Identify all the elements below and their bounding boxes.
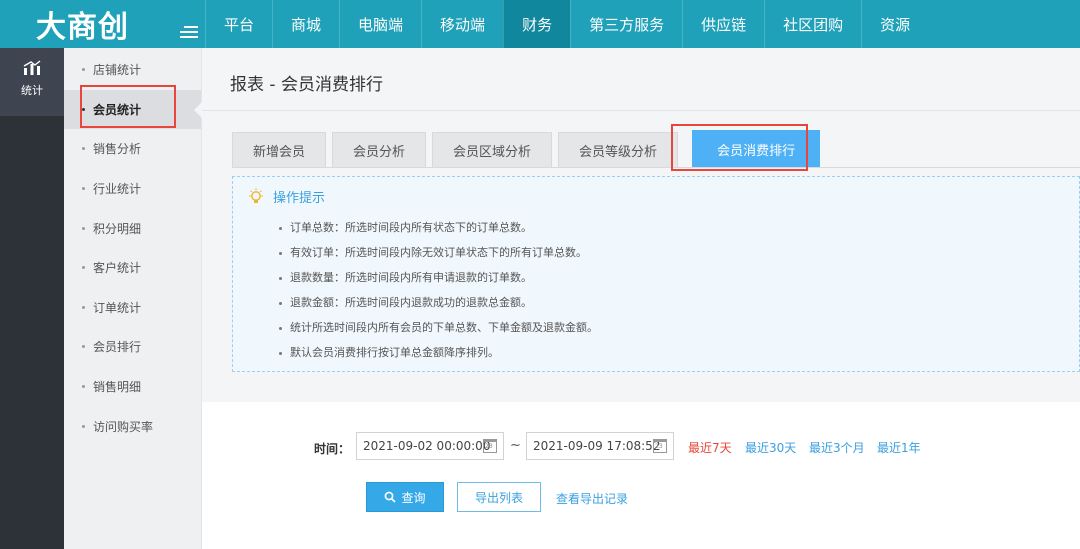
nav-item-finance[interactable]: 财务 (503, 0, 571, 48)
tips-title: 操作提示 (273, 191, 326, 206)
export-list-button[interactable]: 导出列表 (457, 482, 541, 512)
tab-member-analysis[interactable]: 会员分析 (332, 132, 427, 168)
title-divider (202, 110, 1080, 111)
nav-item-third-party[interactable]: 第三方服务 (570, 0, 682, 48)
start-date-input[interactable]: 2021-09-02 00:00:00 (356, 432, 504, 460)
calendar-icon[interactable] (483, 439, 497, 453)
sub-item-label: 销售明细 (93, 380, 142, 395)
iconbar-item-label: 统计 (21, 84, 43, 97)
start-date-value: 2021-09-02 00:00:00 (363, 439, 491, 453)
quick-range-7-days[interactable]: 最近7天 (688, 439, 732, 456)
icon-sidebar: 统计 (0, 48, 64, 549)
main-content: 报表 - 会员消费排行 新增会员 会员分析 会员区域分析 会员等级分析 会员消费… (202, 48, 1080, 549)
iconbar-item-stats[interactable]: 统计 (0, 48, 64, 116)
time-label: 时间： (314, 442, 351, 456)
tip-item: 默认会员消费排行按订单总金额降序排列。 (279, 346, 598, 371)
tip-item: 订单总数：所选时间段内所有状态下的订单总数。 (279, 221, 598, 246)
end-date-input[interactable]: 2021-09-09 17:08:52 (526, 432, 674, 460)
nav-item-pc[interactable]: 电脑端 (339, 0, 421, 48)
sub-item-label: 积分明细 (93, 221, 142, 236)
tab-member-level[interactable]: 会员等级分析 (558, 132, 679, 168)
top-nav: 平台 商城 电脑端 移动端 财务 第三方服务 供应链 社区团购 资源 (205, 0, 928, 48)
tip-text: 订单总数：所选时间段内所有状态下的订单总数。 (290, 221, 532, 234)
sub-item-label: 订单统计 (93, 300, 142, 315)
sub-item-label: 访问购买率 (93, 419, 154, 434)
tips-panel: 操作提示 订单总数：所选时间段内所有状态下的订单总数。 有效订单：所选时间段内除… (232, 176, 1080, 372)
sub-item-label: 行业统计 (93, 182, 142, 197)
quick-range-30-days[interactable]: 最近30天 (745, 439, 796, 456)
tip-text: 退款数量：所选时间段内所有申请退款的订单数。 (290, 271, 532, 284)
nav-item-community[interactable]: 社区团购 (764, 0, 861, 48)
logo[interactable]: 大商创 (0, 0, 176, 48)
sub-item-label: 店铺统计 (93, 63, 142, 78)
nav-item-resources[interactable]: 资源 (861, 0, 928, 48)
nav-item-supply-chain[interactable]: 供应链 (682, 0, 764, 48)
tabs-divider (232, 167, 1080, 168)
logo-text: 大商创 (36, 10, 129, 45)
report-tabs: 新增会员 会员分析 会员区域分析 会员等级分析 会员消费排行 (232, 130, 826, 168)
sub-item-label: 会员排行 (93, 340, 142, 355)
query-button-label: 查询 (401, 490, 426, 505)
tip-item: 统计所选时间段内所有会员的下单总数、下单金额及退款金额。 (279, 321, 598, 346)
tip-item: 退款数量：所选时间段内所有申请退款的订单数。 (279, 271, 598, 296)
sub-item-member-stats[interactable]: 会员统计 (64, 89, 202, 130)
lightbulb-icon (249, 188, 263, 203)
end-date-value: 2021-09-09 17:08:52 (533, 439, 661, 453)
quick-range-1-year[interactable]: 最近1年 (877, 439, 921, 456)
nav-item-platform[interactable]: 平台 (205, 0, 272, 48)
top-bar: 大商创 平台 商城 电脑端 移动端 财务 第三方服务 供应链 社区团购 资源 (0, 0, 1080, 48)
tip-item: 退款金额：所选时间段内退款成功的退款总金额。 (279, 296, 598, 321)
sub-item-points-detail[interactable]: 积分明细 (64, 208, 201, 248)
sub-item-sales-detail[interactable]: 销售明细 (64, 367, 201, 407)
page-title: 报表 - 会员消费排行 (230, 75, 383, 95)
date-separator: ~ (510, 438, 521, 453)
sub-item-sales-analysis[interactable]: 销售分析 (64, 129, 201, 169)
nav-item-mall[interactable]: 商城 (272, 0, 339, 48)
tip-item: 有效订单：所选时间段内除无效订单状态下的所有订单总数。 (279, 246, 598, 271)
quick-range-3-months[interactable]: 最近3个月 (809, 439, 865, 456)
sub-item-shop-stats[interactable]: 店铺统计 (64, 50, 201, 90)
sub-item-visit-purchase-rate[interactable]: 访问购买率 (64, 406, 201, 446)
filter-panel: 时间： 2021-09-02 00:00:00 ~ 2021-09-09 17:… (202, 402, 1080, 549)
tips-list: 订单总数：所选时间段内所有状态下的订单总数。 有效订单：所选时间段内除无效订单状… (279, 221, 598, 371)
tip-text: 有效订单：所选时间段内除无效订单状态下的所有订单总数。 (290, 246, 587, 259)
sub-item-member-ranking[interactable]: 会员排行 (64, 327, 201, 367)
menu-toggle-icon[interactable] (180, 26, 198, 40)
search-icon (385, 491, 397, 503)
tip-text: 退款金额：所选时间段内退款成功的退款总金额。 (290, 296, 532, 309)
sub-item-order-stats[interactable]: 订单统计 (64, 288, 201, 328)
bar-chart-icon (23, 60, 41, 75)
sub-item-customer-stats[interactable]: 客户统计 (64, 248, 201, 288)
sub-item-label: 客户统计 (93, 261, 142, 276)
sub-item-label: 销售分析 (93, 142, 142, 157)
tab-member-region[interactable]: 会员区域分析 (432, 132, 553, 168)
calendar-icon[interactable] (653, 439, 667, 453)
query-button[interactable]: 查询 (366, 482, 444, 512)
tab-new-members[interactable]: 新增会员 (232, 132, 327, 168)
tips-header: 操作提示 (247, 187, 325, 206)
tab-member-consumption-ranking[interactable]: 会员消费排行 (692, 130, 821, 168)
sub-item-label: 会员统计 (93, 102, 142, 117)
sub-item-industry-stats[interactable]: 行业统计 (64, 169, 201, 209)
tip-text: 统计所选时间段内所有会员的下单总数、下单金额及退款金额。 (290, 321, 598, 334)
tip-text: 默认会员消费排行按订单总金额降序排列。 (290, 346, 499, 359)
nav-item-mobile[interactable]: 移动端 (421, 0, 503, 48)
sub-sidebar: 店铺统计 会员统计 销售分析 行业统计 积分明细 客户统计 订单统计 会员排行 … (64, 48, 202, 549)
view-export-records-link[interactable]: 查看导出记录 (556, 490, 628, 507)
